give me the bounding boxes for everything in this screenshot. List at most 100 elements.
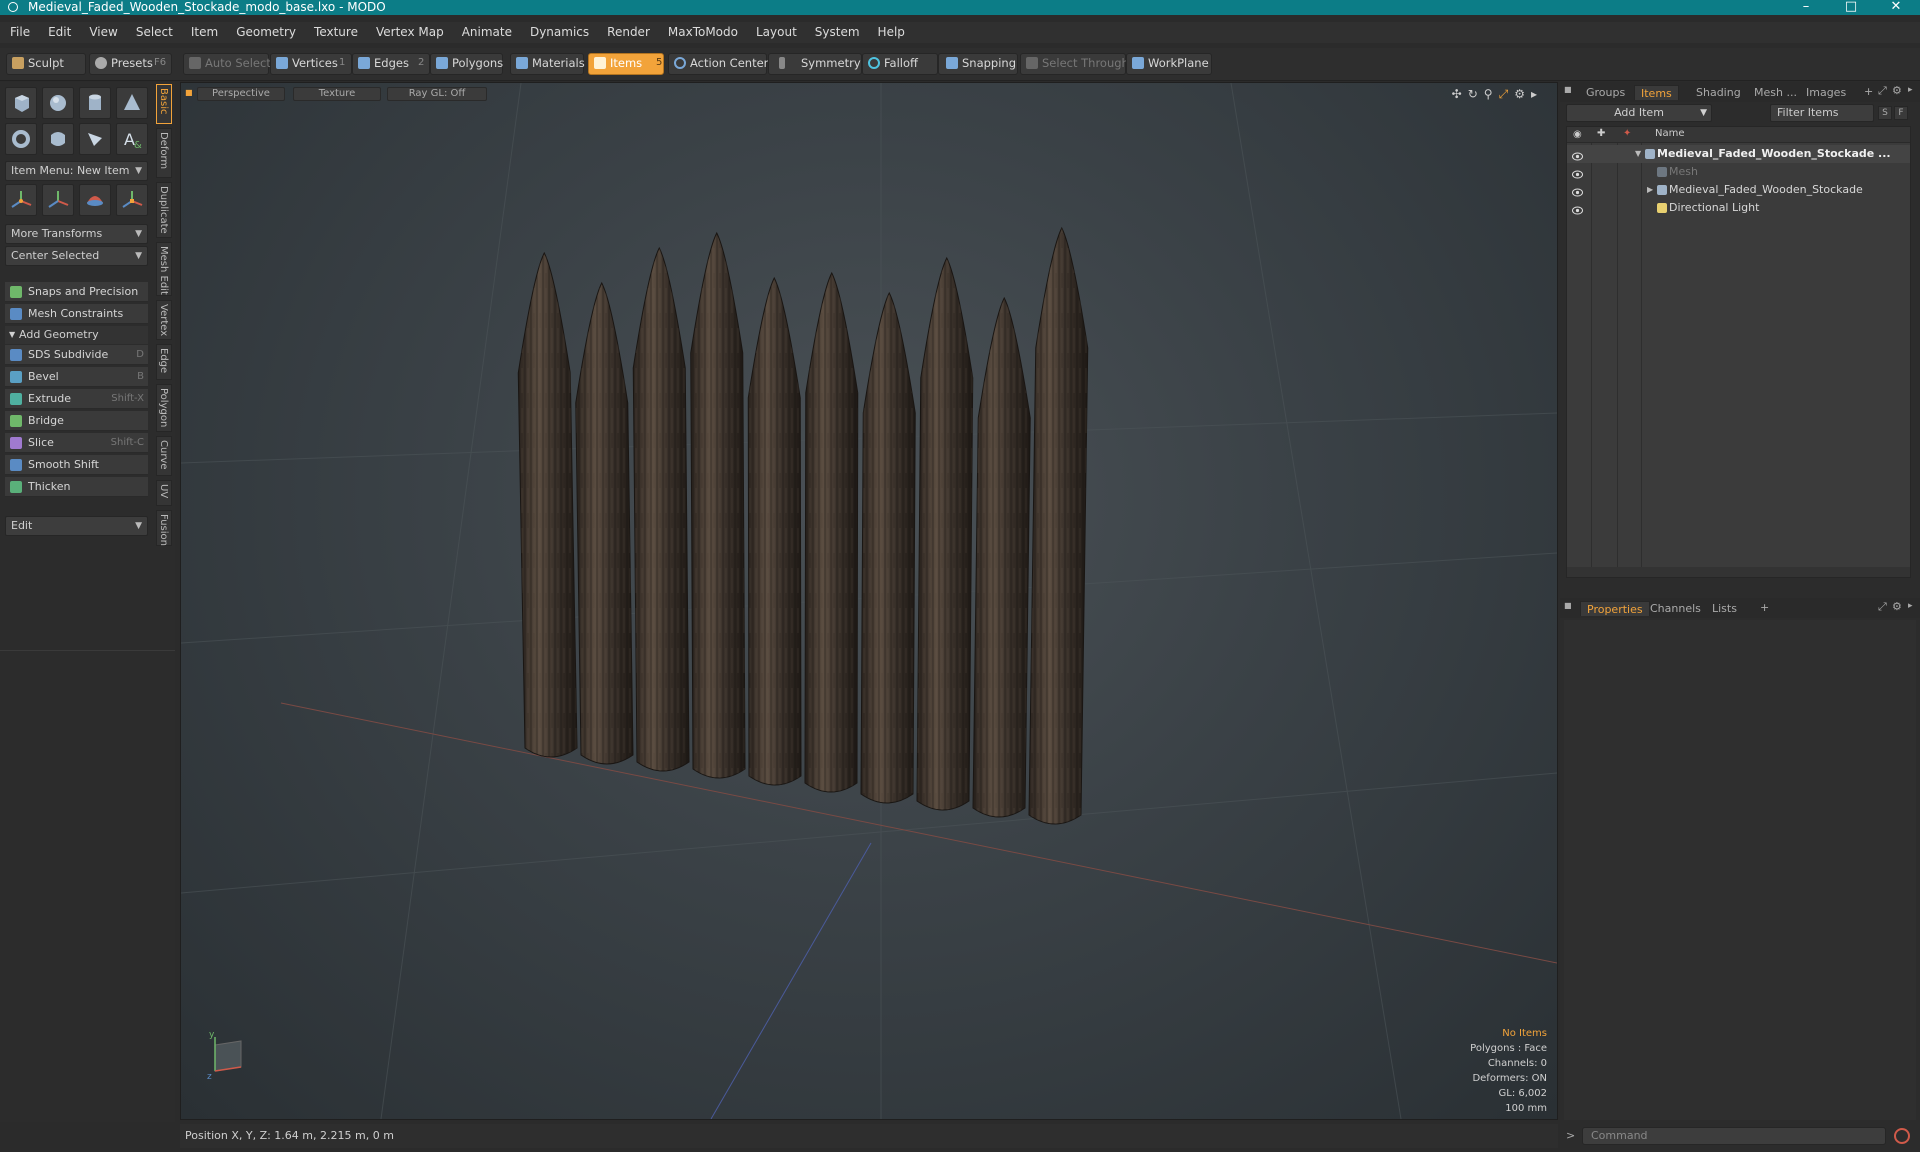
text-tool-icon[interactable]: A &	[116, 123, 148, 155]
center-selected-dropdown[interactable]: Center Selected ▼	[5, 246, 148, 266]
svg-text:z: z	[207, 1072, 212, 1082]
panel-settings-icon[interactable]: ⚙	[1892, 600, 1902, 613]
panel-collapse-icon[interactable]: ▸	[1908, 601, 1913, 611]
stockade-model[interactable]	[517, 226, 1089, 825]
collapse-triangle-icon[interactable]: ▼	[1635, 145, 1641, 163]
tree-item-label: Directional Light	[1669, 201, 1760, 214]
expand-panel-icon[interactable]: ⤢	[1878, 600, 1887, 614]
maximize-button[interactable]: □	[1831, 0, 1871, 15]
vtab-curve[interactable]: Curve	[156, 436, 172, 476]
expand-panel-icon[interactable]: ⤢	[1878, 84, 1887, 98]
tree-scrollbar[interactable]	[1567, 567, 1910, 577]
move-tool-icon[interactable]	[5, 184, 37, 216]
visibility-eye-icon[interactable]	[1572, 203, 1583, 215]
menu-file[interactable]: File	[0, 22, 39, 43]
edit-dropdown[interactable]: Edit ▼	[5, 516, 148, 536]
vtab-uv[interactable]: UV	[156, 480, 172, 506]
tool-shortcut: D	[136, 349, 144, 360]
filter-s-button[interactable]: S	[1878, 106, 1892, 120]
tool-extrude-button[interactable]: Extrude Shift-X	[5, 389, 148, 409]
panel-menu-icon[interactable]: ■	[1564, 601, 1572, 610]
visibility-eye-icon[interactable]	[1572, 167, 1583, 179]
menu-view[interactable]: View	[80, 22, 126, 43]
item-menu-dropdown[interactable]: Item Menu: New Item ▼	[5, 161, 148, 181]
tool-sds-subdivide-button[interactable]: SDS Subdivide D	[5, 345, 148, 365]
transform-tool-icon[interactable]	[116, 184, 148, 216]
panel-menu-icon[interactable]: ■	[1564, 85, 1572, 94]
hud-no-items: No Items	[1502, 1028, 1547, 1039]
close-button[interactable]: ✕	[1876, 0, 1916, 15]
vtab-deform[interactable]: Deform	[156, 128, 172, 178]
tool-bridge-button[interactable]: Bridge	[5, 411, 148, 431]
tree-row[interactable]: Directional Light	[1567, 199, 1910, 217]
more-transforms-dropdown[interactable]: More Transforms ▼	[5, 224, 148, 244]
tool-thicken-button[interactable]: Thicken	[5, 477, 148, 497]
menu-geometry[interactable]: Geometry	[227, 22, 305, 43]
3d-viewport[interactable]: ■ Perspective Texture Ray GL: Off ✣↻⚲⤢⚙▸	[180, 82, 1558, 1120]
add-tab-icon[interactable]: +	[1864, 85, 1873, 98]
tab-properties[interactable]: Properties	[1580, 601, 1650, 616]
tree-row[interactable]: ▶ Medieval_Faded_Wooden_Stockade	[1567, 181, 1910, 199]
tab-lists[interactable]: Lists	[1706, 601, 1743, 616]
add-geometry-header[interactable]: ▼ Add Geometry	[5, 326, 148, 344]
scale-tool-icon[interactable]	[79, 184, 111, 216]
tab-shading[interactable]: Shading	[1690, 85, 1747, 100]
tab-items[interactable]: Items	[1634, 85, 1679, 100]
tree-row[interactable]: ▼ Medieval_Faded_Wooden_Stockade ...	[1567, 145, 1910, 163]
tool-smooth-shift-button[interactable]: Smooth Shift	[5, 455, 148, 475]
sphere-primitive-icon[interactable]	[42, 87, 74, 119]
add-tab-icon[interactable]: +	[1760, 601, 1769, 614]
filter-items-input[interactable]: Filter Items	[1770, 104, 1874, 122]
item-list-tabs: ■ Groups Items Shading Mesh ... Images +…	[1560, 82, 1920, 102]
record-macro-icon[interactable]	[1894, 1128, 1910, 1144]
constraint-icon	[10, 308, 22, 320]
minimize-button[interactable]: –	[1786, 0, 1826, 15]
vtab-fusion[interactable]: Fusion	[156, 510, 172, 546]
filter-f-button[interactable]: F	[1894, 106, 1908, 120]
cylinder-primitive-icon[interactable]	[79, 87, 111, 119]
torus-primitive-icon[interactable]	[5, 123, 37, 155]
cone-primitive-icon[interactable]	[116, 87, 148, 119]
vtab-duplicate[interactable]: Duplicate	[156, 182, 172, 238]
menu-help[interactable]: Help	[869, 22, 914, 43]
vtab-edge[interactable]: Edge	[156, 344, 172, 380]
menu-layout[interactable]: Layout	[747, 22, 806, 43]
menu-dynamics[interactable]: Dynamics	[521, 22, 598, 43]
rotate-tool-icon[interactable]	[42, 184, 74, 216]
mesh-constraints-button[interactable]: Mesh Constraints	[5, 304, 148, 324]
panel-collapse-icon[interactable]: ▸	[1908, 85, 1913, 95]
add-item-dropdown[interactable]: Add Item ▼	[1566, 104, 1712, 122]
visibility-eye-icon[interactable]	[1572, 185, 1583, 197]
expand-triangle-icon[interactable]: ▶	[1647, 181, 1653, 199]
svg-text:y: y	[209, 1030, 215, 1040]
pen-tool-icon[interactable]	[79, 123, 111, 155]
menu-edit[interactable]: Edit	[39, 22, 80, 43]
panel-settings-icon[interactable]: ⚙	[1892, 84, 1902, 97]
menu-vertex-map[interactable]: Vertex Map	[367, 22, 453, 43]
menu-system[interactable]: System	[806, 22, 869, 43]
vtab-vertex[interactable]: Vertex	[156, 300, 172, 340]
tab-groups[interactable]: Groups	[1580, 85, 1631, 100]
smooth-shift-icon	[10, 459, 22, 471]
menu-maxtomodo[interactable]: MaxToModo	[659, 22, 747, 43]
command-input[interactable]: Command	[1582, 1127, 1886, 1145]
snaps-precision-button[interactable]: Snaps and Precision	[5, 282, 148, 302]
tool-bevel-button[interactable]: Bevel B	[5, 367, 148, 387]
tab-channels[interactable]: Channels	[1644, 601, 1707, 616]
menu-texture[interactable]: Texture	[305, 22, 367, 43]
stake-grain	[861, 293, 916, 803]
vtab-polygon[interactable]: Polygon	[156, 384, 172, 432]
tab-images[interactable]: Images	[1800, 85, 1852, 100]
menu-select[interactable]: Select	[127, 22, 182, 43]
vtab-mesh-edit[interactable]: Mesh Edit	[156, 242, 172, 296]
visibility-eye-icon[interactable]	[1572, 149, 1583, 161]
tool-slice-button[interactable]: Slice Shift-C	[5, 433, 148, 453]
tab-mesh[interactable]: Mesh ...	[1748, 85, 1803, 100]
capsule-primitive-icon[interactable]	[42, 123, 74, 155]
menu-animate[interactable]: Animate	[453, 22, 521, 43]
vtab-basic[interactable]: Basic	[156, 84, 172, 124]
cube-primitive-icon[interactable]	[5, 87, 37, 119]
menu-render[interactable]: Render	[598, 22, 659, 43]
tree-row[interactable]: Mesh	[1567, 163, 1910, 181]
menu-item[interactable]: Item	[182, 22, 227, 43]
